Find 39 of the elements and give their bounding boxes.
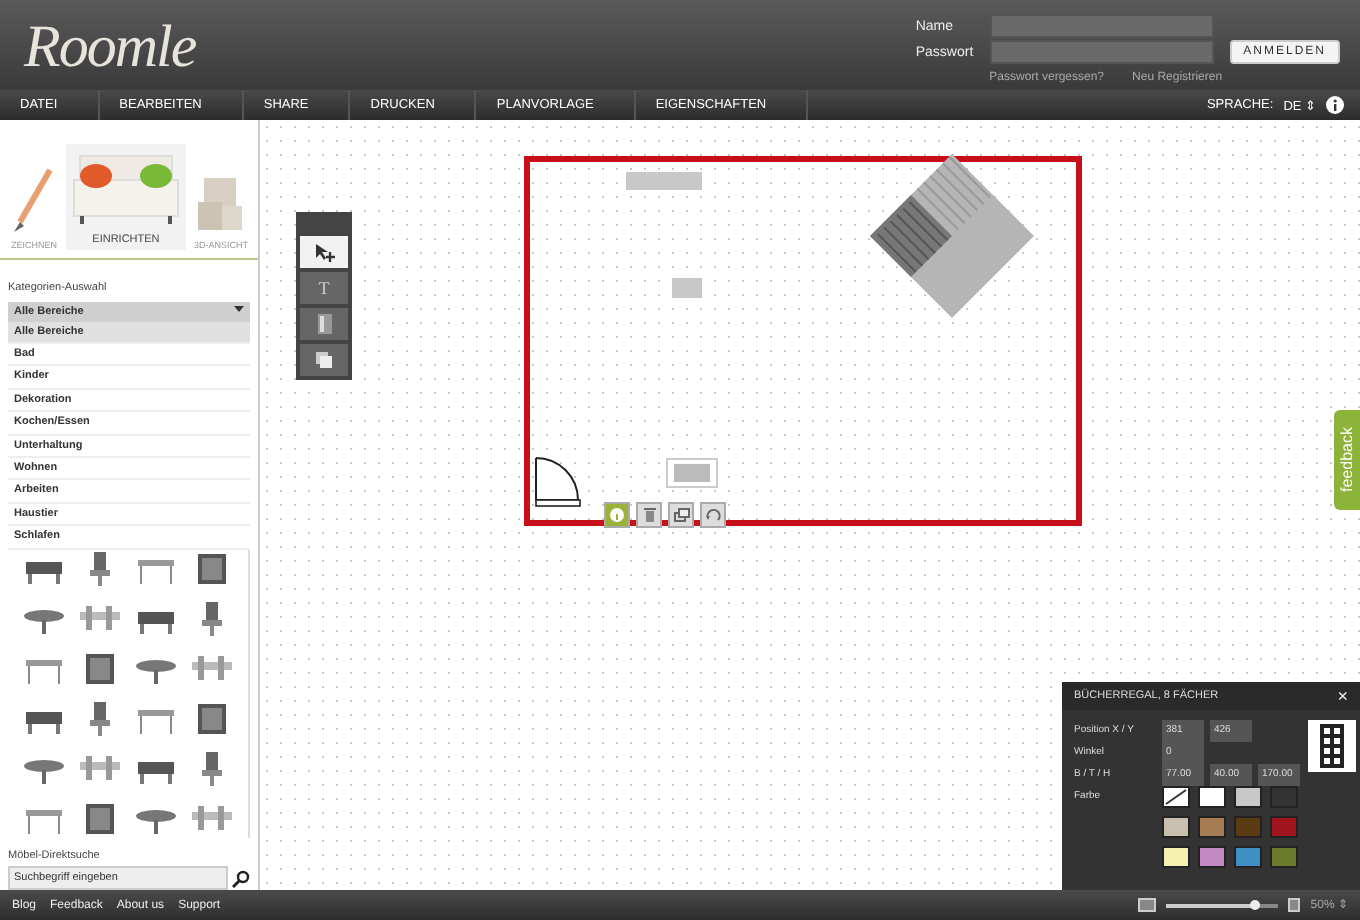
copy-icon [673,508,689,522]
tool-button[interactable] [300,344,348,376]
pencil-icon [9,165,58,233]
color-swatch[interactable] [1234,846,1262,868]
color-swatch[interactable] [1234,786,1262,808]
color-swatch[interactable] [1198,786,1226,808]
color-swatch[interactable] [1198,816,1226,838]
bookshelf-icon [1320,724,1344,768]
color-swatch[interactable] [1162,816,1190,838]
object-action-button[interactable] [668,502,694,528]
cursor-plus-icon [313,242,335,262]
tool-button[interactable]: T [300,272,348,304]
logo: Roomle [24,13,196,81]
name-field[interactable] [989,14,1214,38]
zoom-out-icon[interactable] [1138,898,1157,912]
dropdown-arrow-icon [234,305,244,313]
color-swatch[interactable] [1162,846,1190,868]
no-color-swatch[interactable] [1162,786,1190,808]
zoom-in-icon[interactable] [1288,898,1301,912]
room-walls[interactable] [524,156,1082,526]
color-swatch[interactable] [1270,846,1298,868]
layer-icon [316,352,332,368]
info-icon [610,508,624,522]
trash-icon [643,508,655,522]
tool-button[interactable] [300,236,348,268]
color-swatch[interactable] [1198,846,1226,868]
close-button[interactable]: × [1337,688,1348,704]
color-swatch[interactable] [1270,786,1298,808]
search-icon[interactable] [232,869,250,887]
password-field[interactable] [989,40,1214,64]
rotate-icon [705,508,721,522]
color-swatch[interactable] [1234,816,1262,838]
color-swatch[interactable] [1270,816,1298,838]
object-action-button[interactable] [700,502,726,528]
boxes-icon [196,173,245,233]
door-drawing[interactable] [534,456,582,508]
info-icon[interactable] [1326,96,1344,114]
object-action-button[interactable] [636,502,662,528]
door-icon [317,314,331,334]
